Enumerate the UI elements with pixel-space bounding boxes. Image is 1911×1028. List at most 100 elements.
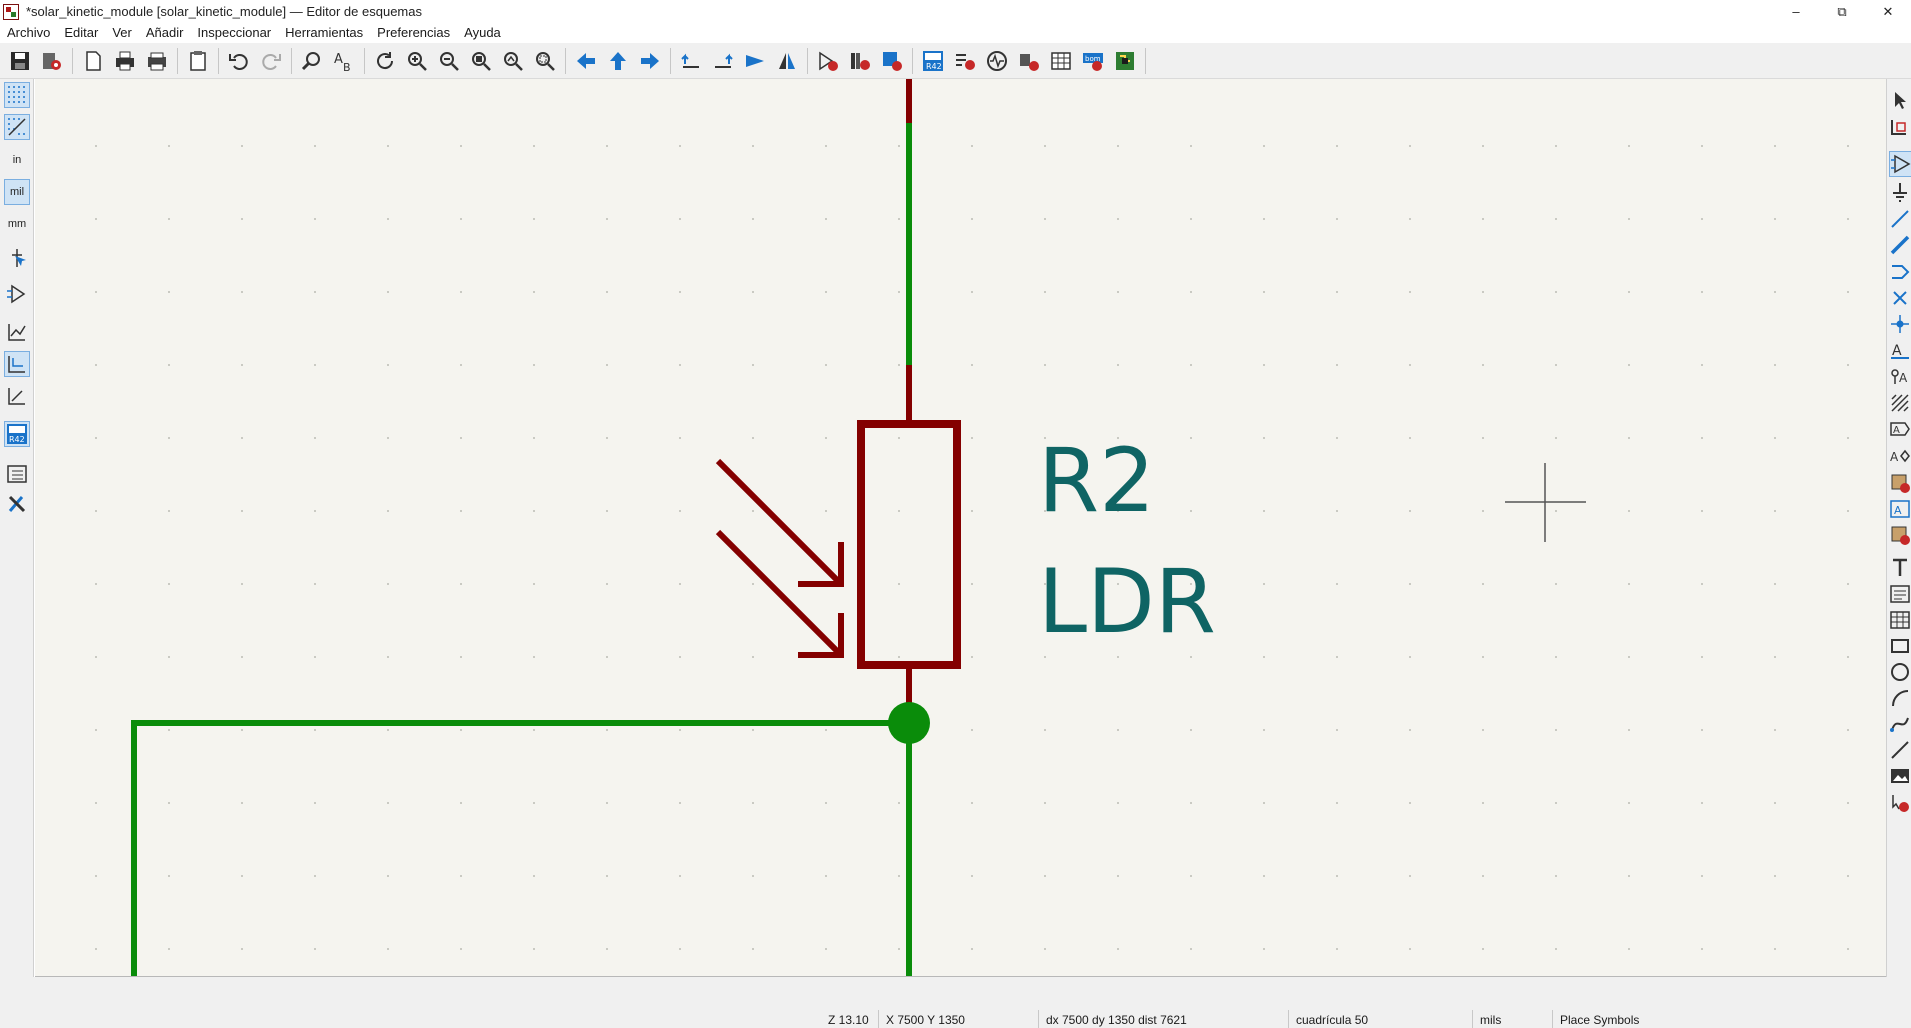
highlight-net-icon[interactable] (1889, 115, 1911, 141)
zoom-fit-icon[interactable] (467, 47, 495, 75)
rotate-cw-icon[interactable] (709, 47, 737, 75)
bezier-icon[interactable] (1889, 711, 1911, 737)
symbol-library-browser-icon[interactable] (846, 47, 874, 75)
erc-icon[interactable] (951, 47, 979, 75)
bus-entry-icon[interactable] (1889, 259, 1911, 285)
mirror-vertical-icon[interactable] (741, 47, 769, 75)
no-connect-icon[interactable] (1889, 285, 1911, 311)
paste-icon[interactable] (184, 47, 212, 75)
symbol-editor-icon[interactable] (814, 47, 842, 75)
net-class-directive-icon[interactable]: A (1889, 363, 1911, 389)
restore-button[interactable]: ⧉ (1819, 0, 1865, 23)
zoom-in-icon[interactable] (403, 47, 431, 75)
component-value[interactable]: LDR (1038, 550, 1216, 653)
menu-preferencias[interactable]: Preferencias (370, 23, 457, 43)
image-icon[interactable] (1889, 763, 1911, 789)
line-mode-90-icon[interactable] (4, 351, 30, 377)
close-button[interactable]: ✕ (1865, 0, 1911, 23)
bom-icon[interactable]: bom (1079, 47, 1107, 75)
hierarchical-sheet-icon[interactable] (1889, 470, 1911, 496)
navigate-forward-icon[interactable] (636, 47, 664, 75)
find-replace-icon[interactable]: AB (330, 47, 358, 75)
menu-inspeccionar[interactable]: Inspeccionar (190, 23, 278, 43)
draw-bus-icon[interactable] (1889, 232, 1911, 258)
toolbar-separator (807, 47, 808, 74)
text-icon[interactable] (1889, 554, 1911, 580)
status-cursor-position: X 7500 Y 1350 (886, 1013, 965, 1027)
menu-herramientas[interactable]: Herramientas (278, 23, 370, 43)
footprint-assign-icon[interactable] (878, 47, 906, 75)
minimize-button[interactable]: – (1773, 0, 1819, 23)
grid-toggle-icon[interactable] (4, 82, 30, 108)
rectangle-icon[interactable] (1889, 633, 1911, 659)
grid-overrides-icon[interactable] (4, 114, 30, 140)
status-separator (1288, 1010, 1289, 1028)
svg-text:A: A (1893, 425, 1900, 436)
properties-manager-icon[interactable] (4, 491, 30, 517)
hidden-pins-icon[interactable] (4, 281, 30, 307)
component-reference[interactable]: R2 (1038, 429, 1155, 532)
import-sheet-pin-icon[interactable] (1889, 522, 1911, 548)
cursor-style-icon[interactable] (4, 245, 30, 271)
net-label-icon[interactable]: A (1889, 337, 1911, 363)
netlist-icon[interactable] (1015, 47, 1043, 75)
print-icon[interactable] (111, 47, 139, 75)
schematic-canvas[interactable]: R2 LDR (35, 79, 1886, 977)
schematic-setup-icon[interactable] (38, 47, 66, 75)
zoom-selection-icon[interactable] (531, 47, 559, 75)
simulator-icon[interactable] (983, 47, 1011, 75)
rotate-ccw-icon[interactable] (677, 47, 705, 75)
navigate-back-icon[interactable] (572, 47, 600, 75)
table-icon[interactable] (1889, 607, 1911, 633)
status-zoom: Z 13.10 (828, 1013, 869, 1027)
arc-icon[interactable] (1889, 685, 1911, 711)
global-label-icon[interactable]: A (1889, 416, 1911, 442)
svg-text:A: A (1892, 343, 1902, 359)
status-separator (1472, 1010, 1473, 1028)
place-symbol-icon[interactable] (1889, 151, 1911, 177)
zoom-out-icon[interactable] (435, 47, 463, 75)
pcb-editor-icon[interactable] (1111, 47, 1139, 75)
circle-icon[interactable] (1889, 659, 1911, 685)
annotate-icon[interactable]: R42 (919, 47, 947, 75)
zoom-objects-icon[interactable] (499, 47, 527, 75)
menu-anadir[interactable]: Añadir (139, 23, 191, 43)
line-icon[interactable] (1889, 737, 1911, 763)
units-inches-button[interactable]: in (4, 147, 30, 173)
refresh-icon[interactable] (371, 47, 399, 75)
units-mils-button[interactable]: mil (4, 179, 30, 205)
menu-ver[interactable]: Ver (105, 23, 139, 43)
place-junction-icon[interactable] (1889, 311, 1911, 337)
plot-icon[interactable] (143, 47, 171, 75)
rule-area-icon[interactable] (1889, 390, 1911, 416)
redo-icon[interactable] (257, 47, 285, 75)
svg-text:R42: R42 (9, 435, 25, 444)
menu-ayuda[interactable]: Ayuda (457, 23, 508, 43)
mirror-horizontal-icon[interactable] (773, 47, 801, 75)
line-mode-free-icon[interactable] (4, 319, 30, 345)
wire-junction[interactable] (888, 702, 930, 744)
find-icon[interactable] (298, 47, 326, 75)
delete-tool-icon[interactable] (1889, 790, 1911, 816)
svg-text:A: A (1894, 504, 1902, 517)
symbol-fields-table-icon[interactable] (1047, 47, 1075, 75)
hierarchy-navigator-icon[interactable] (4, 461, 30, 487)
svg-text:A: A (1899, 371, 1908, 385)
svg-text:R42: R42 (926, 62, 942, 71)
sheet-pin-icon[interactable]: A (1889, 496, 1911, 522)
navigate-up-icon[interactable] (604, 47, 632, 75)
draw-wire-icon[interactable] (1889, 206, 1911, 232)
units-mm-button[interactable]: mm (4, 211, 30, 237)
text-box-icon[interactable] (1889, 581, 1911, 607)
svg-text:A: A (334, 52, 343, 67)
menu-editar[interactable]: Editar (57, 23, 105, 43)
place-power-icon[interactable] (1889, 179, 1911, 205)
hierarchical-label-icon[interactable]: A (1889, 443, 1911, 469)
line-mode-45-icon[interactable] (4, 383, 30, 409)
undo-icon[interactable] (225, 47, 253, 75)
page-settings-icon[interactable] (79, 47, 107, 75)
menu-archivo[interactable]: Archivo (0, 23, 57, 43)
select-arrow-icon[interactable] (1889, 87, 1911, 113)
annotation-toggle-icon[interactable]: R42 (4, 421, 30, 447)
save-icon[interactable] (6, 47, 34, 75)
